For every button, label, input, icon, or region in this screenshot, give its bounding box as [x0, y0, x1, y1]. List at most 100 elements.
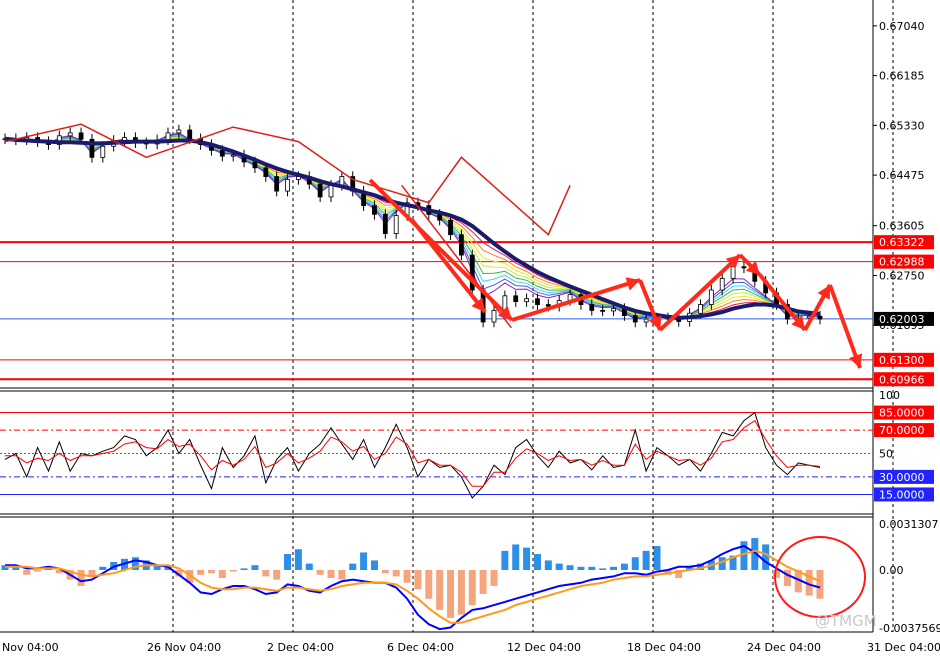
- candle-body: [632, 315, 638, 323]
- macd-y-label: 0.0031307: [879, 518, 939, 531]
- watermark: @TMGM: [815, 612, 877, 630]
- macd-histogram-bar: [425, 569, 433, 599]
- stoch-level-label: 15.0000: [879, 488, 925, 501]
- macd-histogram-bar: [207, 569, 215, 574]
- candle-body: [545, 304, 551, 307]
- macd-histogram-bar: [403, 569, 411, 583]
- stochastic-panel: [0, 513, 873, 518]
- candle-body: [372, 205, 377, 215]
- candle-body: [719, 277, 725, 291]
- arrow-shaft: [368, 178, 514, 322]
- x-tick-label: 26 Nov 04:00: [147, 641, 221, 654]
- candle-body: [708, 289, 714, 305]
- macd-histogram-bar: [620, 563, 628, 570]
- level-tag-label: 0.62988: [879, 256, 925, 269]
- macd-histogram-bar: [273, 569, 281, 580]
- macd-histogram-bar: [523, 547, 531, 570]
- macd-histogram-bar: [468, 569, 476, 606]
- x-tick-label: 6 Dec 04:00: [387, 641, 454, 654]
- candle-body: [698, 304, 703, 314]
- stoch-y-label: 100: [879, 389, 900, 402]
- candle-body: [600, 309, 606, 312]
- x-tick-label: 12 Dec 04:00: [507, 641, 581, 654]
- macd-histogram-bar: [490, 569, 498, 586]
- x-tick-label: 18 Dec 04:00: [627, 641, 701, 654]
- macd-histogram-bar: [544, 560, 552, 570]
- level-tag-label: 0.60966: [879, 373, 925, 386]
- candle-body: [741, 266, 747, 269]
- macd-histogram-bar: [262, 569, 270, 577]
- x-tick-label: 31 Dec 04:00: [867, 641, 940, 654]
- watermark-text: @TMGM: [815, 612, 877, 630]
- y-tick-label: 0.67040: [879, 20, 925, 33]
- macd-histogram-bar: [479, 569, 487, 594]
- macd-histogram-bar: [642, 550, 650, 570]
- price-panel: [0, 387, 873, 392]
- candle-body: [176, 129, 182, 134]
- stoch-level-label: 70.0000: [879, 424, 925, 437]
- macd-histogram-bar: [610, 566, 618, 570]
- candle-body: [643, 318, 649, 323]
- x-tick-label: Nov 04:00: [2, 641, 59, 654]
- candle-body: [339, 176, 345, 186]
- candle-body: [317, 183, 323, 198]
- macd-histogram-bar: [240, 568, 248, 570]
- macd-histogram-bar: [566, 565, 574, 570]
- macd-histogram-bar: [327, 569, 335, 578]
- macd-histogram-bar: [370, 560, 378, 570]
- candle-body: [491, 309, 497, 323]
- candle-body: [589, 304, 595, 311]
- macd-histogram-bar: [77, 569, 85, 586]
- level-tag-label: 0.61300: [879, 354, 925, 367]
- macd-y-label: -0.0037569: [879, 622, 940, 635]
- macd-histogram-bar: [34, 569, 42, 572]
- current-price-label: 0.62003: [879, 313, 925, 326]
- stoch-level-label: 30.0000: [879, 471, 925, 484]
- candle-body: [263, 167, 269, 177]
- macd-histogram-bar: [599, 568, 607, 570]
- macd-histogram-bar: [229, 569, 237, 572]
- candle-body: [437, 213, 443, 221]
- y-tick-label: 0.66185: [879, 70, 925, 83]
- macd-histogram-bar: [284, 554, 292, 570]
- candle-body: [274, 176, 280, 192]
- candle-body: [535, 298, 540, 305]
- candle-body: [448, 219, 453, 236]
- macd-histogram-bar: [294, 549, 302, 570]
- candle-body: [328, 184, 334, 198]
- macd-histogram-bar: [316, 569, 324, 575]
- macd-histogram-bar: [360, 552, 368, 570]
- macd-histogram-bar: [457, 569, 465, 615]
- candle-body: [230, 154, 236, 157]
- y-tick-label: 0.65330: [879, 119, 925, 132]
- x-tick-label: 2 Dec 04:00: [267, 641, 334, 654]
- candle-body: [67, 132, 73, 137]
- macd-histogram-bar: [197, 569, 205, 575]
- macd-histogram-bar: [99, 566, 107, 570]
- zigzag-line: [401, 184, 512, 329]
- candle-body: [393, 215, 399, 234]
- candle-body: [78, 132, 84, 140]
- candle-body: [524, 298, 529, 303]
- macd-histogram-bar: [447, 569, 455, 618]
- y-tick-label: 0.62750: [879, 269, 925, 282]
- candle-body: [458, 234, 464, 256]
- macd-histogram-bar: [338, 569, 346, 580]
- macd-histogram-bar: [816, 569, 824, 599]
- stoch-main-line: [4, 411, 821, 499]
- stoch-y-label: 50: [879, 448, 893, 461]
- candle-body: [252, 161, 258, 169]
- macd-histogram-bar: [631, 557, 639, 570]
- macd-histogram-bar: [588, 566, 596, 570]
- macd-histogram-bar: [414, 569, 422, 590]
- macd-histogram-bar: [533, 554, 541, 570]
- candle-body: [219, 149, 225, 157]
- candle-body: [285, 179, 290, 192]
- candle-body: [382, 213, 388, 234]
- candle-body: [611, 308, 616, 312]
- stoch-level-label: 85.0000: [879, 407, 925, 420]
- candle-body: [165, 132, 171, 141]
- arrow-shaft: [828, 284, 862, 369]
- x-tick-label: 24 Dec 04:00: [747, 641, 821, 654]
- candle-body: [187, 129, 193, 140]
